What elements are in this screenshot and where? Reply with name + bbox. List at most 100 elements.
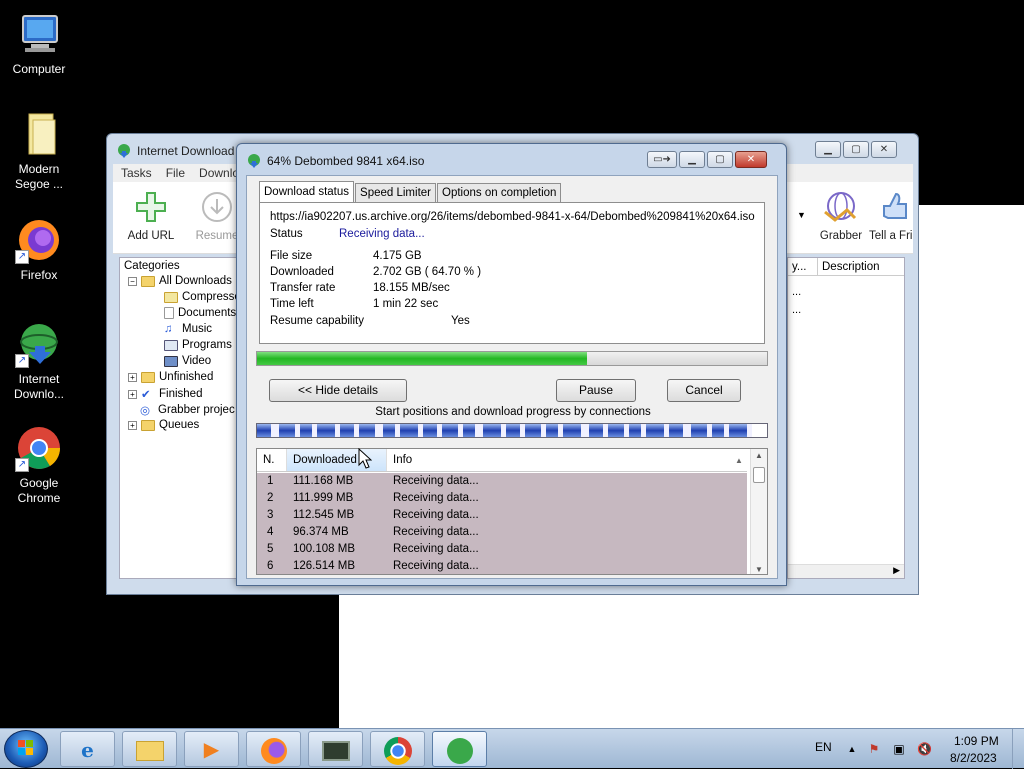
scroll-up-icon[interactable]: ▲ [755,451,763,460]
desktop-icon-firefox[interactable]: ↗ Firefox [2,216,76,283]
desktop-icon-modern-segoe[interactable]: Modern Segoe ... [2,110,76,192]
connection-gap [747,424,752,437]
firefox-icon [260,737,287,764]
tree-item-grabber-projects[interactable]: ◎ Grabber projec [140,403,235,417]
tree-item-finished[interactable]: + ✔ Finished [128,387,202,401]
horizontal-scrollbar[interactable]: ▶ [788,564,904,578]
connection-number: 3 [267,509,274,521]
tree-item-unfinished[interactable]: + Unfinished [128,371,213,383]
menu-tasks[interactable]: Tasks [121,164,152,182]
connection-downloaded: 96.374 MB [293,526,349,538]
tree-item-compressed[interactable]: Compresse [164,291,241,303]
show-hidden-icons-icon[interactable]: ▲ [845,742,859,756]
table-row[interactable]: 5 100.108 MB Receiving data... [257,541,747,558]
tab-options-on-completion[interactable]: Options on completion [437,183,562,202]
taskbar-media-player[interactable]: ▶ [184,731,239,767]
table-row[interactable]: 2 111.999 MB Receiving data... [257,490,747,507]
tree-item-programs[interactable]: Programs [164,339,232,351]
tell-a-friend-button[interactable]: Tell a Fri [869,190,917,242]
scroll-right-icon[interactable]: ▶ [893,565,900,576]
add-url-button[interactable]: Add URL [123,190,179,242]
start-button[interactable] [4,730,48,768]
close-button[interactable]: ✕ [871,141,897,158]
connection-segment [589,424,603,437]
taskbar-firefox[interactable] [246,731,301,767]
time-left-label: Time left [270,298,314,310]
grabber-button[interactable]: Grabber [813,190,869,242]
table-row[interactable]: 1 111.168 MB Receiving data... [257,473,747,490]
taskbar-chrome[interactable] [370,731,425,767]
minimize-button[interactable]: ▁ [815,141,841,158]
tab-download-status[interactable]: Download status [259,181,355,202]
taskbar-ie[interactable]: e [60,731,115,767]
maximize-button[interactable]: ▢ [707,151,733,168]
file-size-label: File size [270,250,313,262]
dialog-tabs: Download status Speed Limiter Options on… [259,181,562,202]
clock-date[interactable]: 8/2/2023 [950,751,997,765]
column-header[interactable]: y... [788,258,818,275]
desktop-icon-chrome[interactable]: ↗ Google Chrome [2,424,76,506]
expand-icon[interactable]: + [128,389,137,399]
explorer-icon [135,740,164,761]
taskbar-idm[interactable] [432,731,487,767]
idm-icon [116,143,132,162]
column-header-info[interactable]: Info [387,449,735,471]
minimize-button[interactable]: ▁ [679,151,705,168]
connection-segment [400,424,418,437]
expand-icon[interactable]: + [128,420,137,430]
vertical-scrollbar[interactable]: ▲ ▼ [750,449,767,574]
taskbar-explorer[interactable] [122,731,177,767]
tab-speed-limiter[interactable]: Speed Limiter [355,183,436,202]
table-row[interactable]: 3 112.545 MB Receiving data... [257,507,747,524]
tree-item-all-downloads[interactable]: − All Downloads [128,275,232,287]
categories-pane: Categories − All Downloads Compresse Docu… [119,257,244,579]
tree-item-documents[interactable]: Documents [164,307,236,319]
list-cell[interactable]: ... [792,304,801,316]
tree-item-queues[interactable]: + Queues [128,419,199,431]
connection-downloaded: 126.514 MB [293,560,356,572]
desktop-icon-computer[interactable]: Computer [2,10,76,77]
tree-item-music[interactable]: ♫ Music [164,323,212,335]
folder-icon [15,110,63,158]
scrollbar-thumb[interactable] [753,467,765,483]
volume-muted-icon[interactable]: 🔇 [917,742,932,756]
connection-number: 2 [267,492,274,504]
connection-segment [483,424,501,437]
column-header-downloaded[interactable]: Downloaded [287,449,387,471]
collapse-icon[interactable]: − [128,276,137,286]
toolbar-dropdown-icon[interactable]: ▼ [797,210,806,220]
network-icon[interactable]: ▣ [892,742,906,756]
menu-downloads[interactable]: Downlo [199,164,239,182]
connection-downloaded: 100.108 MB [293,543,356,555]
table-row[interactable]: 6 126.514 MB Receiving data... [257,558,747,574]
close-button[interactable]: ✕ [735,151,767,168]
expand-icon[interactable]: + [128,372,137,382]
connection-segment [506,424,520,437]
maximize-button[interactable]: ▢ [843,141,869,158]
tree-item-video[interactable]: Video [164,355,211,367]
clock-time[interactable]: 1:09 PM [954,734,999,748]
desktop-icon-idm[interactable]: ↗ Internet Downlo... [2,320,76,402]
idm-icon: ↗ [15,320,63,368]
dialog-window-controls: ▭➜ ▁ ▢ ✕ [647,151,767,168]
column-header-number[interactable]: N. [257,449,287,471]
idm-icon [246,153,262,172]
cancel-button[interactable]: Cancel [667,379,741,402]
list-cell[interactable]: ... [792,286,801,298]
taskbar-terminal[interactable] [308,731,363,767]
shortcut-arrow-icon: ↗ [15,458,29,472]
language-indicator[interactable]: EN [815,740,832,754]
header-scroll-up-icon[interactable]: ▲ [735,449,747,471]
menu-file[interactable]: File [166,164,185,182]
pause-button[interactable]: Pause [556,379,636,402]
show-desktop-button[interactable] [1012,729,1024,769]
table-row[interactable]: 4 96.374 MB Receiving data... [257,524,747,541]
hide-details-button[interactable]: << Hide details [269,379,407,402]
connection-info: Receiving data... [393,475,479,487]
action-center-flag-icon[interactable]: ⚑ [867,742,881,756]
connection-info: Receiving data... [393,560,479,572]
move-to-tray-button[interactable]: ▭➜ [647,151,677,168]
program-window-icon [164,339,178,351]
scroll-down-icon[interactable]: ▼ [755,565,763,574]
column-header-description[interactable]: Description [818,258,880,275]
